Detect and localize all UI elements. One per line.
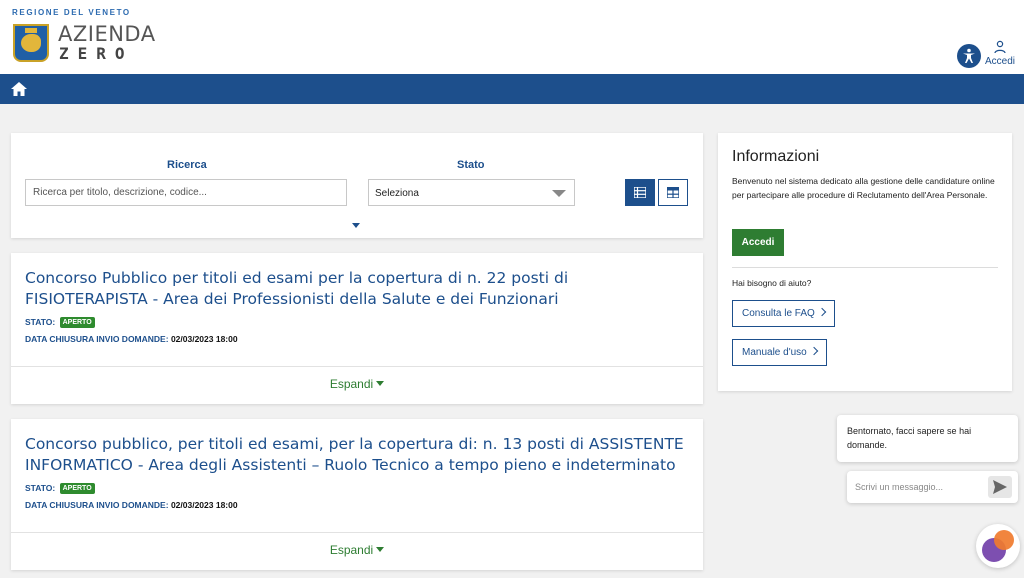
brand-name-line2[interactable]: ZERO [59,44,134,63]
grid-view-button[interactable] [658,179,688,206]
chat-message: Bentornato, facci sapere se hai domande. [837,415,1018,462]
search-panel: Ricerca Stato Seleziona [11,133,703,238]
help-text: Hai bisogno di aiuto? [732,278,812,288]
status-label: Stato [457,159,485,171]
expand-filters-icon[interactable] [352,223,360,228]
list-view-icon [634,187,646,198]
divider [732,267,998,268]
deadline-label: DATA CHIUSURA INVIO DOMANDE: [25,334,169,344]
info-title: Informazioni [732,148,820,165]
user-icon [994,40,1006,54]
caret-down-icon [376,547,385,552]
faq-label: Consulta le FAQ [742,308,815,319]
info-login-button[interactable]: Accedi [732,229,784,256]
accessibility-button[interactable] [957,44,981,68]
logo-lion [21,34,41,52]
deadline-value: 02/03/2023 18:00 [170,500,238,510]
expand-label: Espandi [329,543,374,557]
competition-title[interactable]: Concorso Pubblico per titoli ed esami pe… [25,268,695,310]
deadline-value: 02/03/2023 18:00 [170,334,238,344]
chevron-right-icon [809,346,818,356]
logo-crown [25,28,37,33]
deadline-row: DATA CHIUSURA INVIO DOMANDE: 02/03/2023 … [25,334,238,344]
status-label: STATO: [25,317,56,327]
search-label: Ricerca [167,159,207,171]
competition-title[interactable]: Concorso pubblico, per titoli ed esami, … [25,434,695,476]
expand-button[interactable]: Espandi [11,543,703,557]
region-logo[interactable] [13,24,49,62]
list-view-button[interactable] [625,179,655,206]
chat-logo-shape [994,530,1014,550]
deadline-row: DATA CHIUSURA INVIO DOMANDE: 02/03/2023 … [25,500,238,510]
status-row: STATO: APERTO [25,483,95,494]
status-badge: APERTO [59,317,95,328]
send-icon [993,480,1007,494]
status-label: STATO: [25,483,56,493]
chat-input[interactable] [855,479,980,495]
deadline-label: DATA CHIUSURA INVIO DOMANDE: [25,500,169,510]
info-panel: Informazioni Benvenuto nel sistema dedic… [718,133,1012,391]
manual-label: Manuale d'uso [742,347,807,358]
caret-down-icon [376,381,385,386]
chat-input-box [847,471,1018,503]
region-label: REGIONE DEL VENETO [12,8,131,17]
competition-card: Concorso pubblico, per titoli ed esami, … [11,419,703,570]
grid-view-icon [667,187,679,198]
expand-button[interactable]: Espandi [11,377,703,391]
chat-launcher-button[interactable] [976,524,1020,568]
send-button[interactable] [988,476,1012,498]
login-label: Accedi [984,56,1015,67]
status-badge: APERTO [59,483,95,494]
accessibility-icon [963,48,975,63]
faq-button[interactable]: Consulta le FAQ [732,300,835,327]
home-icon[interactable] [11,82,27,96]
manual-button[interactable]: Manuale d'uso [732,339,827,366]
brand-name-line1[interactable]: AZIENDA [58,22,156,46]
divider [11,532,703,533]
site-header: REGIONE DEL VENETO AZIENDA ZERO Accedi [0,0,1024,74]
caret-down-icon [552,190,566,197]
info-text: Benvenuto nel sistema dedicato alla gest… [732,176,995,200]
status-row: STATO: APERTO [25,317,95,328]
chevron-right-icon [817,307,827,317]
competition-card: Concorso Pubblico per titoli ed esami pe… [11,253,703,404]
search-input[interactable] [25,179,347,206]
main-navbar [0,74,1024,104]
login-link[interactable]: Accedi [984,40,1016,67]
status-select[interactable]: Seleziona [368,179,575,206]
expand-label: Espandi [329,377,374,391]
status-select-value: Seleziona [375,188,419,199]
divider [11,366,703,367]
